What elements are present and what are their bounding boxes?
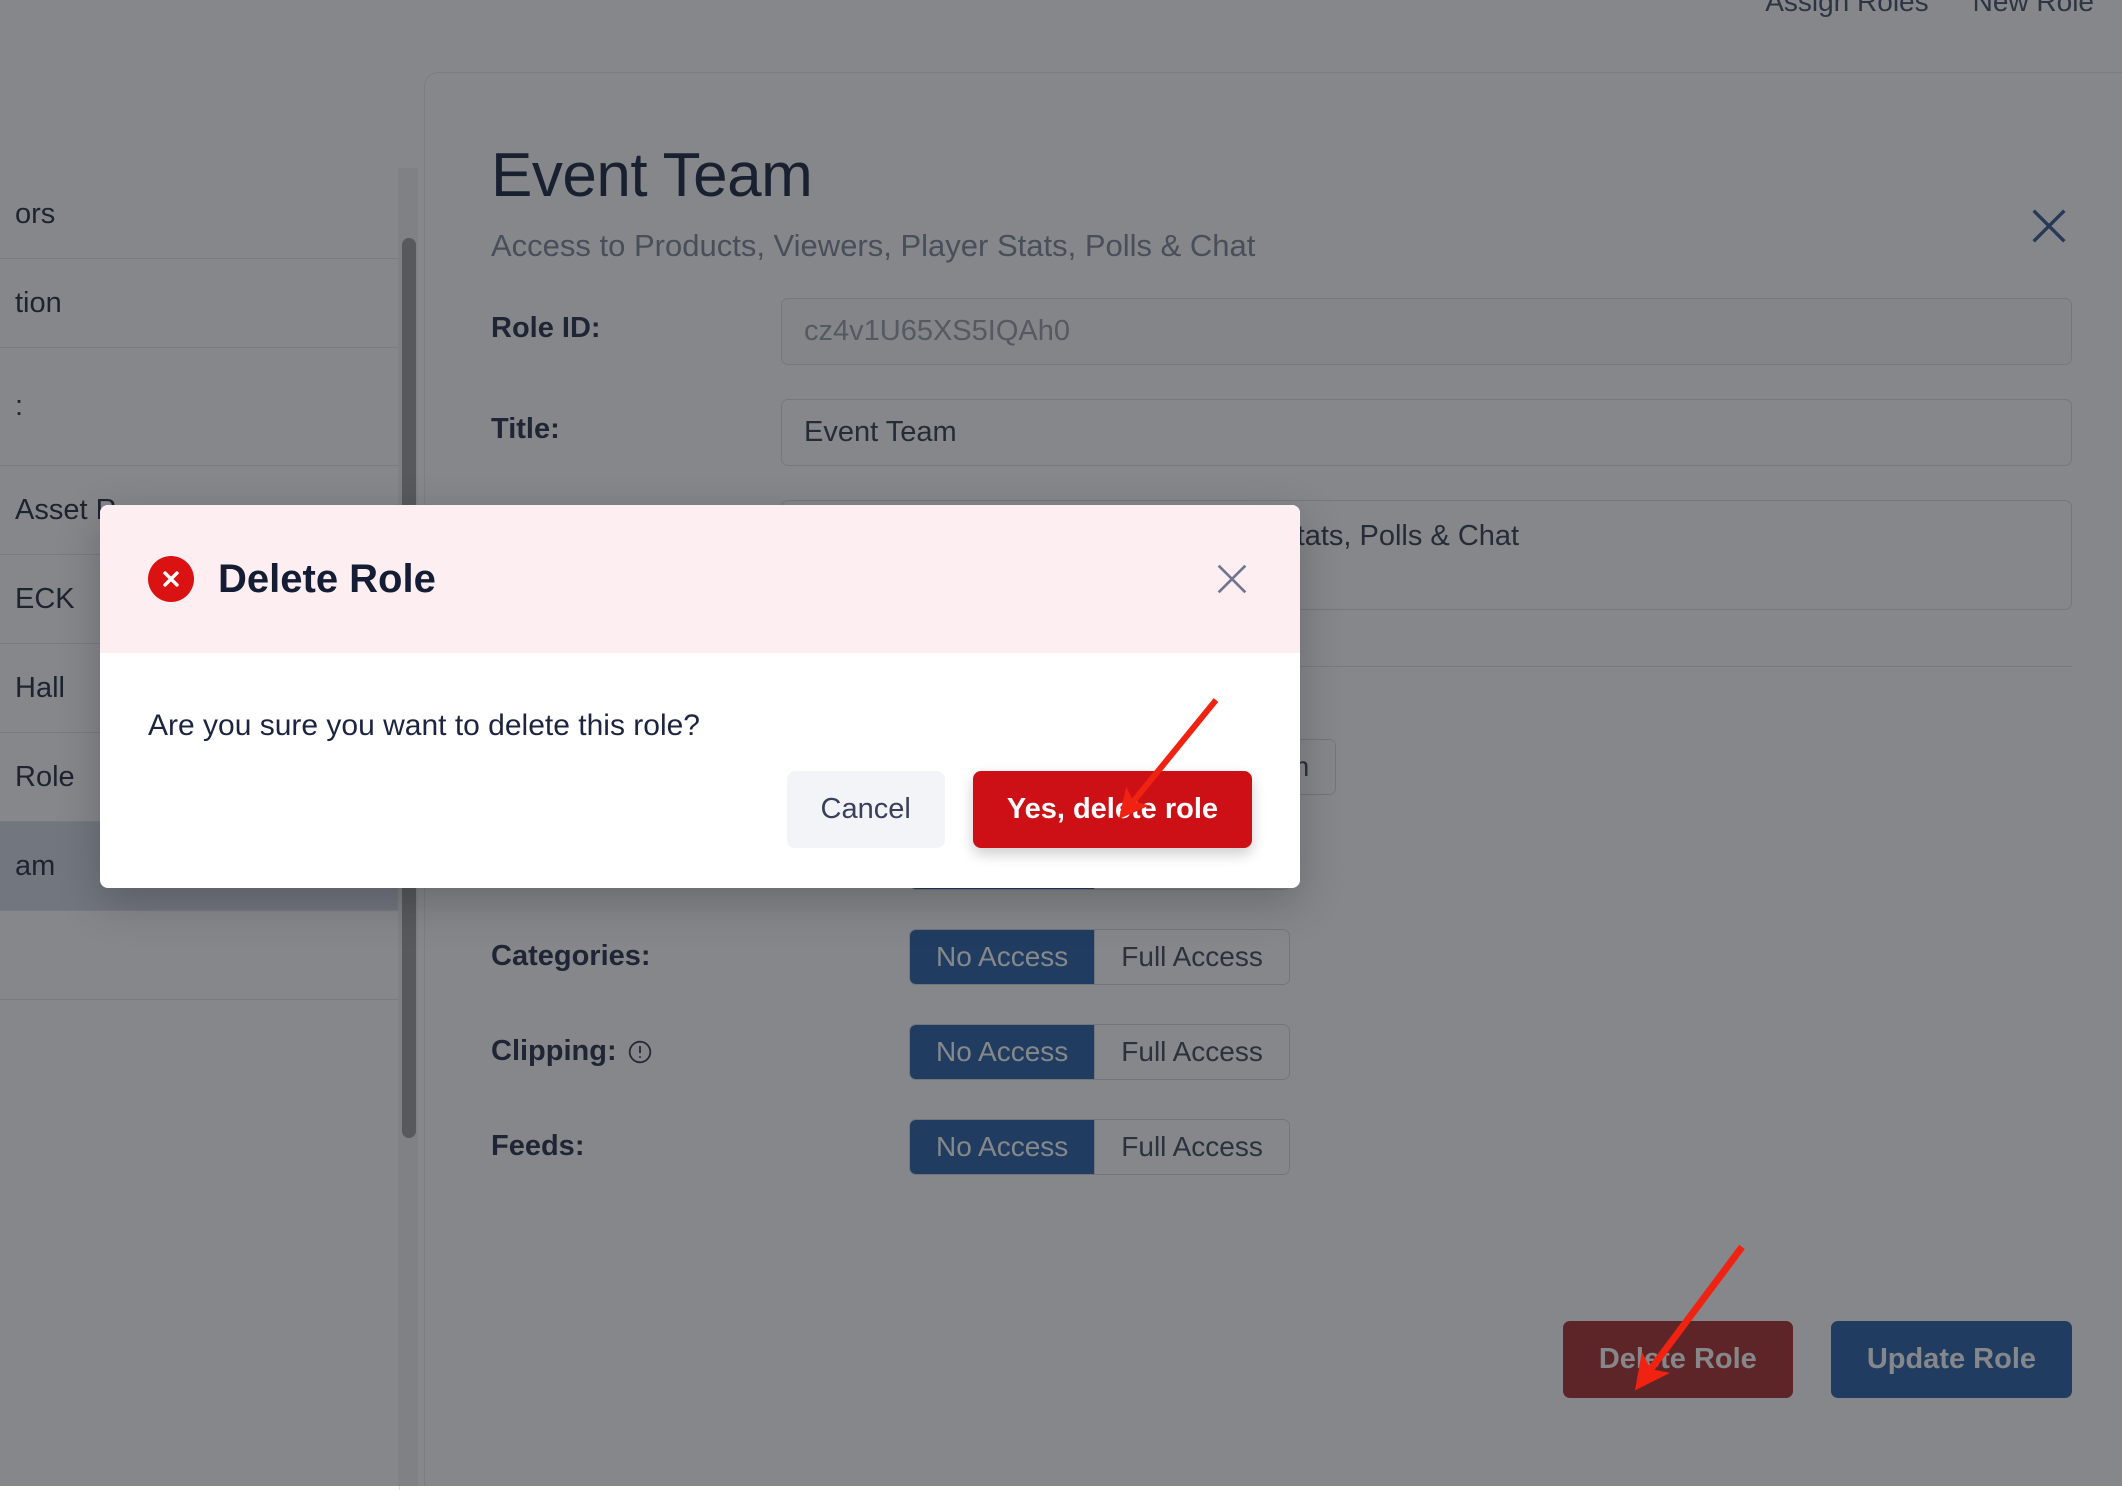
- cancel-button[interactable]: Cancel: [787, 771, 945, 848]
- confirm-delete-button[interactable]: Yes, delete role: [973, 771, 1252, 848]
- error-x-icon: [148, 556, 194, 602]
- dialog-header: Delete Role: [100, 505, 1300, 653]
- dialog-message: Are you sure you want to delete this rol…: [148, 709, 1252, 743]
- delete-role-confirm-dialog: Delete Role Are you sure you want to del…: [100, 505, 1300, 888]
- close-icon[interactable]: [1212, 559, 1252, 599]
- dialog-title: Delete Role: [218, 557, 436, 602]
- dialog-body: Are you sure you want to delete this rol…: [100, 653, 1300, 743]
- dialog-footer: Cancel Yes, delete role: [787, 771, 1252, 848]
